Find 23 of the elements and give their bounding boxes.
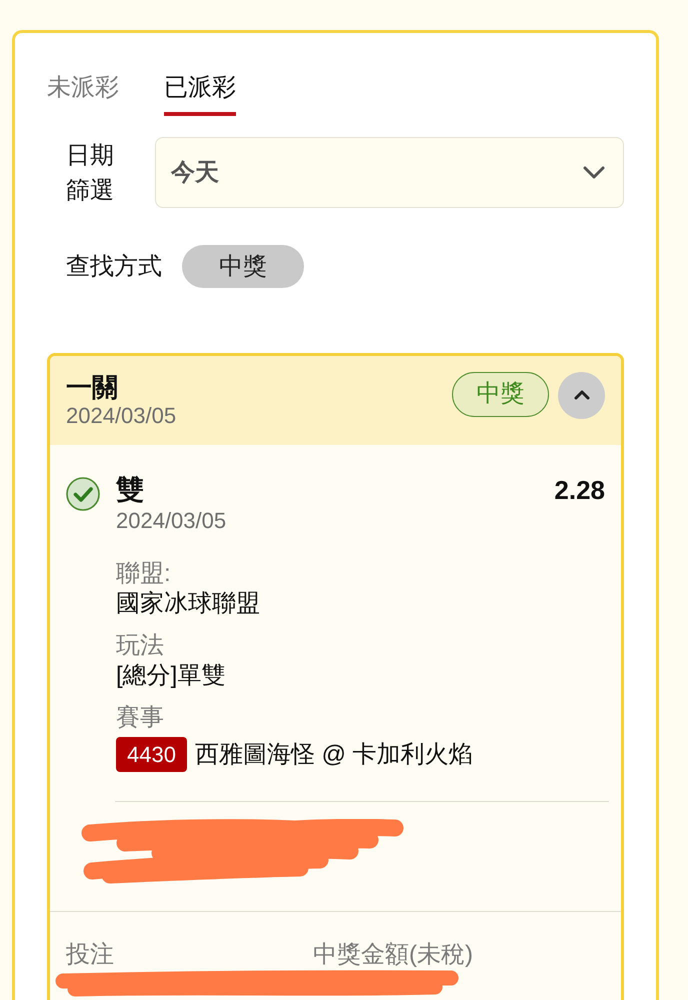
search-mode-label: 查找方式 xyxy=(66,252,162,282)
date-filter-label: 日期篩選 xyxy=(66,140,114,206)
chevron-down-icon xyxy=(583,166,605,180)
bet-type-title: 一關 xyxy=(66,372,119,402)
total-label: 中獎金額(未稅) xyxy=(313,940,474,970)
odds-value: 2.28 xyxy=(554,474,605,507)
collapse-button[interactable] xyxy=(558,372,605,419)
field-label: 玩法 xyxy=(116,631,165,661)
field-value: 國家冰球聯盟 xyxy=(116,589,261,619)
date-dropdown[interactable]: 今天 xyxy=(155,137,624,208)
field-label: 聯盟: xyxy=(116,559,172,589)
selection-name: 雙 xyxy=(116,473,145,507)
selection-date: 2024/03/05 xyxy=(116,507,228,535)
bet-date: 2024/03/05 xyxy=(66,402,176,430)
filter-chip[interactable]: 中獎 xyxy=(182,245,304,288)
field-label: 賽事 xyxy=(116,703,165,733)
event-code-badge: 4430 xyxy=(116,737,187,772)
field-value: [總分]單雙 xyxy=(116,661,226,691)
tab[interactable]: 未派彩 xyxy=(47,74,119,116)
event-name: 西雅圖海怪 @ 卡加利火焰 xyxy=(194,740,473,770)
tab[interactable]: 已派彩 xyxy=(164,74,236,116)
status-badge: 中獎 xyxy=(452,372,549,417)
total-label: 投注 xyxy=(66,940,115,970)
